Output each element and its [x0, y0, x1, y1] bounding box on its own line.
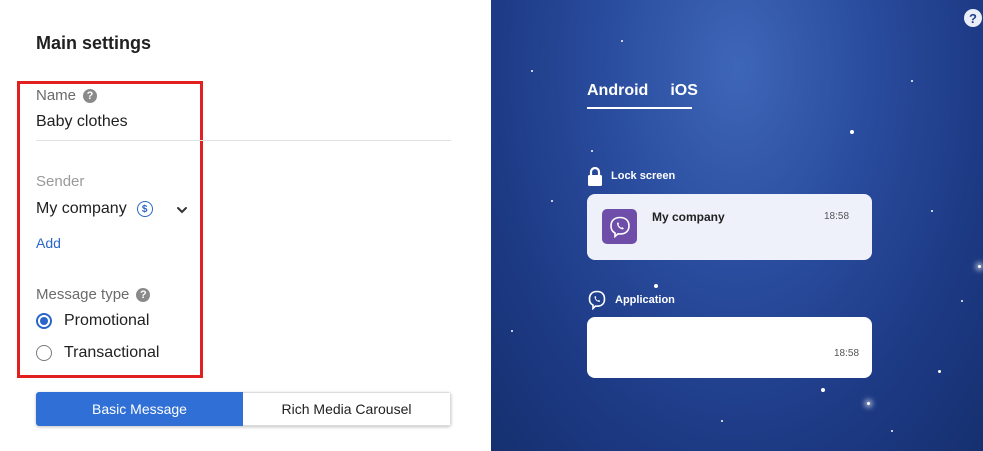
help-icon[interactable]: ? [83, 88, 98, 103]
lock-icon [588, 166, 602, 186]
add-sender-link[interactable]: Add [36, 235, 61, 251]
star [931, 210, 933, 212]
star [531, 70, 533, 72]
platform-tabs: Android iOS [587, 82, 698, 110]
sender-select[interactable]: My company $ [36, 200, 153, 218]
star [591, 150, 593, 152]
name-field[interactable]: Baby clothes [36, 113, 128, 131]
basic-message-button[interactable]: Basic Message [36, 392, 243, 426]
star [654, 284, 658, 288]
name-label-row: Name ? [36, 87, 98, 104]
message-format-toggle: Basic Message Rich Media Carousel [36, 392, 451, 426]
radio-promotional[interactable]: Promotional [36, 312, 149, 330]
lock-screen-label: Lock screen [611, 170, 676, 182]
star [721, 420, 723, 422]
application-notification: 18:58 [587, 317, 872, 378]
help-icon[interactable]: ? [136, 287, 151, 302]
name-field-underline [36, 140, 451, 141]
coin-icon: $ [136, 201, 153, 217]
rich-media-carousel-button[interactable]: Rich Media Carousel [243, 392, 451, 426]
radio-transactional[interactable]: Transactional [36, 344, 159, 362]
star [551, 200, 553, 202]
notification-time: 18:58 [834, 348, 860, 359]
settings-panel: Main settings Name ? Baby clothes Sender… [0, 0, 491, 451]
help-icon[interactable]: ? [964, 9, 982, 27]
sender-label: Sender [36, 173, 85, 190]
tab-android[interactable]: Android [587, 82, 648, 110]
application-label-row: Application [587, 290, 675, 310]
sender-value: My company [36, 200, 127, 217]
star [978, 265, 981, 268]
message-type-label: Message type [36, 286, 130, 303]
tab-underline [587, 107, 692, 109]
lock-screen-notification: My company 18:58 [587, 194, 872, 260]
viber-icon [588, 290, 606, 310]
star [821, 388, 825, 392]
tab-ios[interactable]: iOS [670, 82, 698, 110]
lock-screen-label-row: Lock screen [587, 166, 675, 186]
star [511, 330, 513, 332]
name-label: Name [36, 87, 77, 104]
star [938, 370, 941, 373]
star [621, 40, 623, 42]
page-title: Main settings [36, 33, 152, 53]
application-label: Application [615, 294, 675, 306]
radio-button[interactable] [36, 313, 52, 329]
star [850, 130, 854, 134]
star [867, 402, 870, 405]
message-type-label-row: Message type ? [36, 286, 151, 303]
radio-label: Transactional [64, 344, 160, 361]
star [961, 300, 963, 302]
star [911, 80, 913, 82]
notification-sender: My company [652, 210, 725, 224]
radio-label: Promotional [64, 312, 150, 329]
chevron-down-icon[interactable] [175, 203, 189, 217]
star [891, 430, 893, 432]
radio-button[interactable] [36, 345, 52, 361]
viber-icon [602, 209, 637, 244]
notification-time: 18:58 [824, 211, 850, 222]
